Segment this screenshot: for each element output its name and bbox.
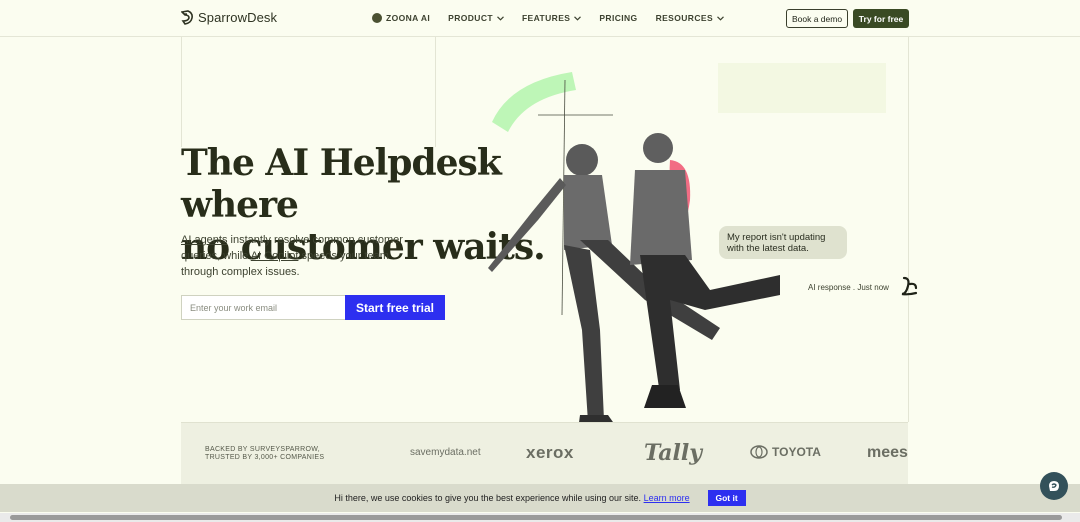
nav-item-pricing[interactable]: PRICING: [599, 13, 637, 23]
logo-mees: mees: [867, 444, 908, 461]
hero-title-line-1: The AI Helpdesk where: [181, 142, 502, 226]
nav-item-zoona-ai[interactable]: ZOONA AI: [372, 13, 430, 23]
toyota-emblem-icon: [750, 445, 768, 459]
chevron-down-icon: [574, 15, 582, 21]
logo-savemydata: savemydata.net: [410, 447, 481, 458]
nav-item-product[interactable]: PRODUCT: [448, 13, 504, 23]
chevron-down-icon: [497, 15, 504, 21]
nav-label: RESOURCES: [655, 13, 714, 23]
logo-tally: Tally: [644, 440, 703, 466]
nav-label: FEATURES: [521, 13, 571, 23]
chat-message-bubble: My report isn't updating with the latest…: [719, 226, 847, 259]
nav-menu: ZOONA AI PRODUCT FEATURES PRICING RESOUR…: [372, 13, 742, 23]
cookie-text: Hi there, we use cookies to give you the…: [334, 493, 689, 503]
top-nav: SparrowDesk ZOONA AI PRODUCT FEATURES PR…: [0, 0, 1080, 37]
nav-item-resources[interactable]: RESOURCES: [656, 13, 724, 23]
logo-toyota: TOYOTA: [750, 445, 821, 459]
nav-label: ZOONA AI: [386, 13, 431, 23]
ai-response-label: AI response . Just now: [808, 283, 889, 292]
cookie-learn-more-link[interactable]: Learn more: [644, 493, 690, 503]
toyota-text: TOYOTA: [772, 445, 821, 459]
sparrow-ai-icon: [901, 276, 918, 296]
zoona-dot-icon: [372, 13, 382, 23]
start-free-trial-button[interactable]: Start free trial: [345, 295, 445, 320]
logo-xerox: xerox: [526, 443, 574, 462]
chat-widget-button[interactable]: [1040, 472, 1068, 500]
work-email-input[interactable]: [181, 295, 346, 320]
frame-line-mid: [435, 37, 436, 147]
hero-subtitle: AI agents instantly resolve common custo…: [181, 232, 416, 280]
chat-support-icon: [1049, 481, 1059, 491]
backed-line-1: BACKED BY SURVEYSPARROW,: [205, 446, 320, 453]
ai-copilot-link[interactable]: AI Copilot: [251, 250, 299, 262]
try-free-button[interactable]: Try for free: [853, 9, 909, 28]
backed-line-2: TRUSTED BY 3,000+ COMPANIES: [205, 454, 325, 461]
cookie-message: Hi there, we use cookies to give you the…: [334, 493, 642, 503]
cookie-accept-button[interactable]: Got it: [707, 490, 746, 506]
chevron-down-icon: [717, 15, 724, 21]
man-figure: [630, 133, 780, 408]
nav-label: PRODUCT: [448, 13, 493, 23]
scrollbar-thumb[interactable]: [10, 515, 1062, 520]
frame-line-right: [908, 37, 909, 422]
nav-label: PRICING: [599, 13, 638, 23]
customer-logos-strip: BACKED BY SURVEYSPARROW, TRUSTED BY 3,00…: [181, 422, 908, 484]
frame-line-left: [181, 37, 182, 147]
sparrow-logo-icon: [181, 10, 193, 25]
ai-agents-link[interactable]: AI agents: [181, 234, 227, 246]
book-demo-button[interactable]: Book a demo: [786, 9, 848, 28]
cookie-banner: Hi there, we use cookies to give you the…: [0, 484, 1080, 512]
mint-brush-stroke: [492, 72, 576, 132]
backed-by-text: BACKED BY SURVEYSPARROW, TRUSTED BY 3,00…: [205, 446, 324, 462]
nav-item-features[interactable]: FEATURES: [521, 13, 582, 23]
sparrowdesk-logo[interactable]: SparrowDesk: [181, 10, 277, 25]
brand-name: SparrowDesk: [198, 10, 278, 25]
